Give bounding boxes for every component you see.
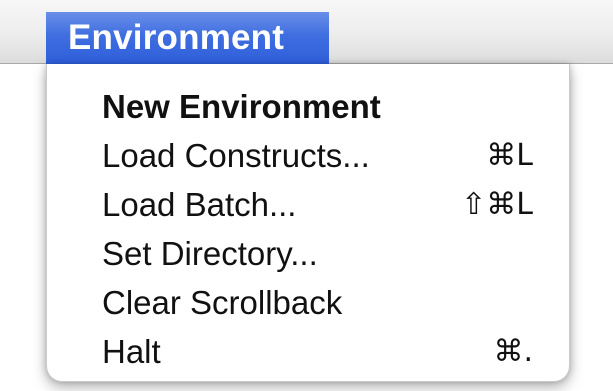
menu-item-label: New Environment [102, 88, 381, 125]
menu-environment[interactable]: Environment [46, 12, 329, 64]
menu-item-clear-scrollback[interactable]: Clear Scrollback [47, 282, 569, 324]
shortcut-label: ⌘L [486, 138, 533, 173]
environment-dropdown-menu: New Environment Load Constructs... ⌘L Lo… [46, 64, 570, 382]
shortcut-label: ⌘. [493, 334, 533, 369]
shortcut-label: ⇧⌘L [461, 187, 533, 222]
menu-item-halt[interactable]: Halt ⌘. [47, 331, 569, 373]
menu-item-load-batch[interactable]: Load Batch... ⇧⌘L [47, 184, 569, 226]
menu-item-label: Halt [102, 333, 161, 370]
menu-item-label: Set Directory... [102, 235, 318, 272]
menu-item-new-environment[interactable]: New Environment [47, 86, 569, 128]
menu-bar: Environment [0, 0, 613, 64]
menu-item-label: Load Constructs... [102, 137, 370, 174]
menu-item-label: Clear Scrollback [102, 284, 343, 321]
menu-item-label: Load Batch... [102, 186, 297, 223]
menu-item-set-directory[interactable]: Set Directory... [47, 233, 569, 275]
menu-item-load-constructs[interactable]: Load Constructs... ⌘L [47, 135, 569, 177]
